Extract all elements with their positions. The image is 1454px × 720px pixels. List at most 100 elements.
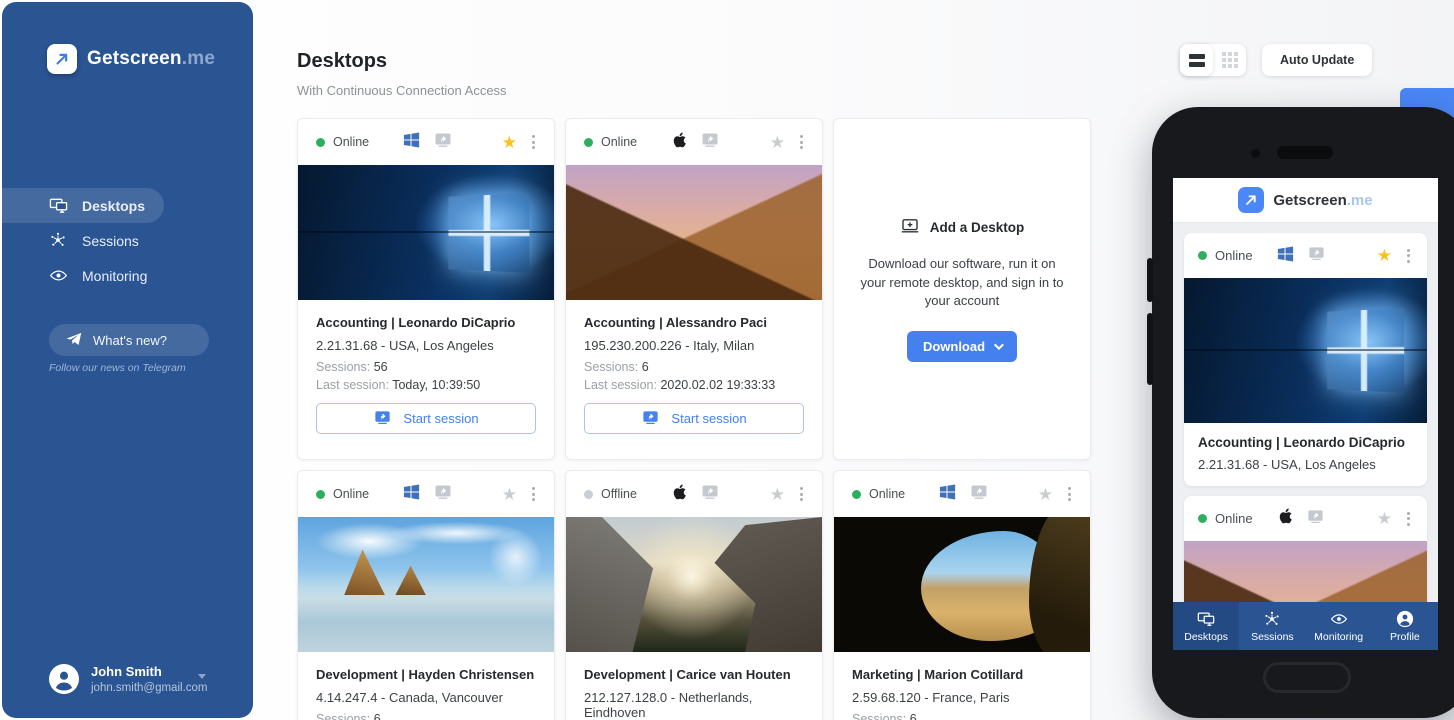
- status-dot: [1198, 251, 1207, 260]
- status-label: Offline: [601, 487, 637, 501]
- download-label: Download: [922, 339, 986, 355]
- start-session-label: Start session: [403, 411, 479, 426]
- brand-name: Getscreen.me: [1273, 191, 1373, 209]
- favorite-star-icon[interactable]: ★: [770, 134, 785, 151]
- desktop-location: 195.230.200.226 - Italy, Milan: [584, 338, 755, 353]
- sessions-value: 56: [373, 360, 388, 374]
- favorite-star-icon[interactable]: ★: [502, 134, 517, 151]
- desktop-preview[interactable]: [1184, 278, 1427, 423]
- telegram-plane-icon: [65, 330, 83, 351]
- status-indicator: Offline: [584, 487, 670, 501]
- desktop-preview[interactable]: [298, 165, 554, 300]
- phone-nav-sessions[interactable]: Sessions: [1239, 602, 1305, 650]
- desktop-title: Marketing | Marion Cotillard: [852, 667, 1024, 682]
- favorite-star-icon[interactable]: ★: [502, 486, 517, 503]
- monitoring-icon: [1330, 610, 1348, 628]
- windows-icon: [938, 482, 957, 506]
- last-session-value: 2020.02.02 19:33:33: [660, 378, 776, 392]
- desktop-title: Accounting | Leonardo DiCaprio: [1198, 435, 1406, 450]
- desktop-card: Online ★ Accounting | Leonardo DiCaprio: [1184, 233, 1427, 486]
- phone-nav-desktops[interactable]: Desktops: [1173, 602, 1240, 650]
- sidebar-item-sessions[interactable]: Sessions: [2, 223, 253, 258]
- windows-icon: [402, 130, 421, 154]
- home-button: [1263, 662, 1351, 693]
- desktop-card: Online ★ Accounting | Alessandro Paci 19…: [565, 118, 823, 460]
- kebab-menu-icon[interactable]: [1402, 246, 1415, 266]
- status-indicator: Online: [584, 135, 670, 149]
- sessions-icon: [1263, 610, 1281, 628]
- screen-share-icon[interactable]: [1306, 507, 1325, 531]
- screen-share-icon[interactable]: [700, 482, 720, 507]
- whats-new-button[interactable]: What's new?: [49, 324, 209, 356]
- desktop-location: 2.21.31.68 - USA, Los Angeles: [1198, 457, 1376, 472]
- page-subtitle: With Continuous Connection Access: [297, 83, 507, 98]
- favorite-star-icon[interactable]: ★: [1377, 247, 1392, 264]
- download-button[interactable]: Download: [906, 331, 1018, 363]
- desktop-card: Online ★ Development | Hayden Christense…: [297, 470, 555, 720]
- kebab-menu-icon[interactable]: [1063, 484, 1076, 504]
- desktop-preview[interactable]: [566, 517, 822, 652]
- windows-icon: [1276, 244, 1295, 268]
- profile-icon: [1396, 610, 1414, 628]
- apple-icon: [670, 131, 688, 154]
- list-view-icon: [1188, 53, 1205, 67]
- screen-share-icon[interactable]: [433, 482, 453, 507]
- volume-button: [1147, 258, 1153, 302]
- status-label: Online: [601, 135, 638, 149]
- desktop-card: Online ★ Accounting | Leonardo DiCaprio …: [297, 118, 555, 460]
- user-menu[interactable]: John Smith john.smith@gmail.com: [49, 664, 208, 694]
- screen-share-icon[interactable]: [969, 482, 989, 507]
- start-session-icon: [641, 408, 660, 430]
- desktop-location: 2.21.31.68 - USA, Los Angeles: [316, 338, 494, 353]
- kebab-menu-icon[interactable]: [527, 484, 540, 504]
- screen-share-icon[interactable]: [1307, 244, 1326, 268]
- phone-nav-label: Profile: [1389, 630, 1420, 643]
- sessions-label: Sessions:: [316, 712, 371, 720]
- grid-view-icon: [1221, 52, 1238, 68]
- sessions-value: 6: [909, 712, 917, 720]
- start-session-button[interactable]: Start session: [584, 403, 804, 434]
- windows-icon: [402, 482, 421, 506]
- screen-share-icon[interactable]: [433, 130, 453, 155]
- brand-logo[interactable]: Getscreen.me: [47, 44, 215, 74]
- desktop-title: Accounting | Alessandro Paci: [584, 315, 768, 330]
- status-label: Online: [1215, 511, 1253, 526]
- add-desktop-description: Download our software, run it on your re…: [860, 255, 1064, 309]
- kebab-menu-icon[interactable]: [795, 484, 808, 504]
- whats-new-label: What's new?: [93, 332, 168, 348]
- kebab-menu-icon[interactable]: [1402, 509, 1415, 529]
- favorite-star-icon[interactable]: ★: [770, 486, 785, 503]
- add-desktop-card: Add a Desktop Download our software, run…: [833, 118, 1091, 460]
- favorite-star-icon[interactable]: ★: [1377, 510, 1392, 527]
- app-window: Getscreen.me Desktops Sessions Monitorin…: [0, 0, 1454, 720]
- desktop-preview[interactable]: [298, 517, 554, 652]
- auto-update-button[interactable]: Auto Update: [1262, 44, 1373, 76]
- status-dot: [316, 137, 325, 147]
- phone-nav-monitoring[interactable]: Monitoring: [1306, 602, 1372, 650]
- telegram-note[interactable]: Follow our news on Telegram: [49, 362, 186, 374]
- desktop-preview[interactable]: [834, 517, 1090, 652]
- status-indicator: Online: [1198, 511, 1276, 526]
- favorite-star-icon[interactable]: ★: [1038, 486, 1053, 503]
- monitoring-icon: [49, 266, 68, 285]
- phone-nav-label: Sessions: [1251, 630, 1294, 643]
- status-label: Online: [333, 487, 370, 501]
- kebab-menu-icon[interactable]: [795, 132, 808, 152]
- phone-nav-profile[interactable]: Profile: [1372, 602, 1438, 650]
- speaker-slot: [1277, 146, 1333, 159]
- sidebar-item-desktops[interactable]: Desktops: [2, 188, 164, 223]
- start-session-button[interactable]: Start session: [316, 403, 536, 434]
- last-session-value: Today, 10:39:50: [392, 378, 481, 392]
- kebab-menu-icon[interactable]: [527, 132, 540, 152]
- last-session-label: Last session:: [316, 378, 389, 392]
- sidebar-item-label: Sessions: [82, 232, 139, 249]
- avatar: [49, 664, 79, 694]
- sessions-value: 6: [373, 712, 381, 720]
- sessions-label: Sessions:: [852, 712, 907, 720]
- grid-view-button[interactable]: [1213, 44, 1246, 76]
- desktop-location: 212.127.128.0 - Netherlands, Eindhoven: [584, 690, 753, 720]
- list-view-button[interactable]: [1180, 44, 1213, 76]
- sidebar-item-monitoring[interactable]: Monitoring: [2, 258, 253, 293]
- screen-share-icon[interactable]: [700, 130, 720, 155]
- desktop-preview[interactable]: [566, 165, 822, 300]
